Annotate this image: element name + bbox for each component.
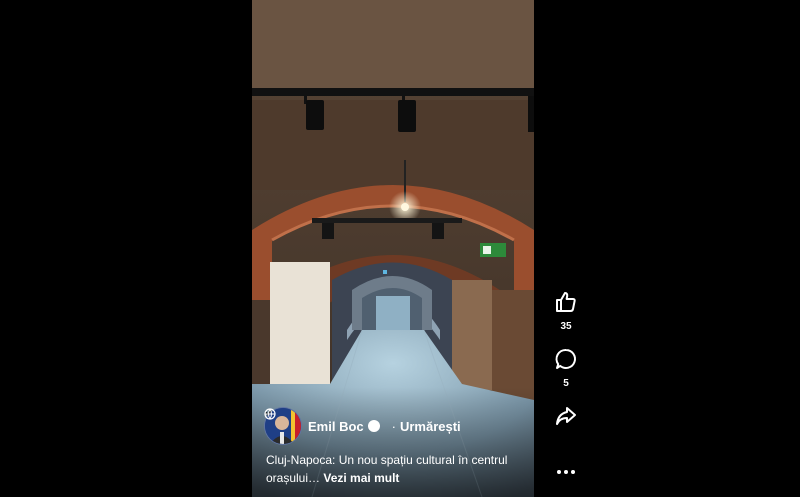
more-options-icon	[557, 470, 575, 474]
post-caption: Cluj-Napoca: Un nou spațiu cultural în c…	[266, 451, 522, 487]
share-button[interactable]	[545, 404, 587, 433]
post-author-row: Emil Boc · Urmărești	[264, 407, 461, 445]
more-options-button[interactable]	[545, 462, 587, 487]
video-player[interactable]: Emil Boc · Urmărești Cluj-Napoca: Un nou…	[252, 0, 534, 497]
thumbs-up-icon	[556, 292, 576, 312]
comment-count: 5	[563, 378, 569, 389]
comment-button[interactable]: 5	[545, 347, 587, 389]
share-icon	[556, 407, 576, 425]
follow-separator: ·	[391, 418, 396, 434]
like-button[interactable]: 35	[545, 290, 587, 332]
verified-badge-icon	[265, 410, 380, 432]
author-name[interactable]: Emil Boc	[308, 419, 364, 434]
reel-actions: 35 5	[545, 0, 587, 497]
like-count: 35	[560, 321, 572, 332]
comment-icon	[555, 349, 576, 369]
see-more-link[interactable]: Vezi mai mult	[323, 471, 399, 485]
following-button[interactable]: Urmărești	[400, 419, 461, 434]
